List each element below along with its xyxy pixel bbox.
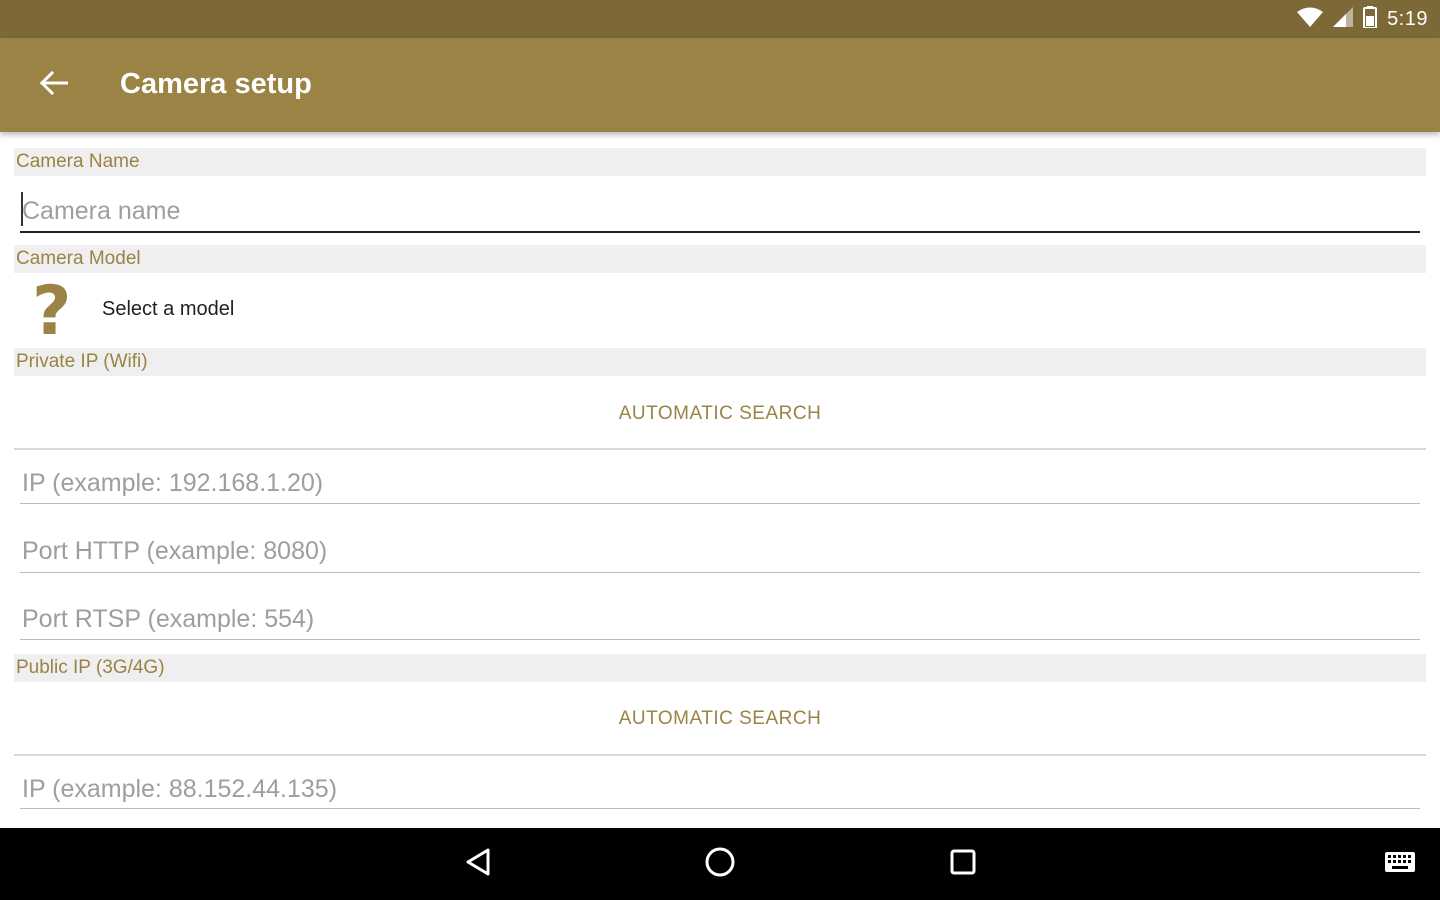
public-ip-underline: [20, 808, 1420, 809]
divider: [14, 754, 1426, 756]
signal-icon: [1333, 6, 1354, 32]
arrow-left-icon: [39, 70, 69, 100]
wifi-icon: [1297, 7, 1324, 32]
question-mark-icon: ?: [32, 272, 72, 351]
nav-recents-button[interactable]: [935, 840, 991, 888]
private-rtsp-port-input[interactable]: [20, 594, 1420, 644]
nav-home-button[interactable]: [692, 840, 748, 888]
section-header-camera-name: Camera Name: [14, 148, 1426, 176]
back-triangle-icon: [464, 847, 492, 882]
private-automatic-search-button[interactable]: AUTOMATIC SEARCH: [14, 380, 1426, 448]
app-bar: Camera setup: [0, 38, 1440, 132]
public-automatic-search-button[interactable]: AUTOMATIC SEARCH: [14, 685, 1426, 753]
status-icons: 5:19: [1297, 5, 1428, 33]
private-ip-underline: [20, 503, 1420, 504]
private-http-port-underline: [20, 572, 1420, 573]
keyboard-icon: [1384, 851, 1416, 878]
home-circle-icon: [704, 846, 736, 883]
select-model-row[interactable]: ? Select a model: [14, 272, 1426, 348]
private-http-port-input[interactable]: [20, 526, 1420, 576]
status-time: 5:19: [1387, 7, 1428, 30]
select-model-label: Select a model: [102, 298, 235, 320]
camera-name-underline: [20, 231, 1420, 233]
navigation-bar: [0, 828, 1440, 900]
public-ip-input[interactable]: [20, 764, 1420, 814]
page-title: Camera setup: [120, 68, 312, 100]
nav-back-button[interactable]: [450, 840, 506, 888]
recents-square-icon: [949, 848, 977, 881]
text-cursor: [21, 192, 23, 226]
battery-icon: [1363, 5, 1378, 33]
camera-name-input[interactable]: [20, 186, 1420, 236]
private-rtsp-port-underline: [20, 639, 1420, 640]
section-header-camera-model: Camera Model: [14, 245, 1426, 273]
section-header-private-ip: Private IP (Wifi): [14, 348, 1426, 376]
camera-setup-form: Camera Name Camera Model ? Select a mode…: [0, 132, 1440, 828]
divider: [14, 448, 1426, 450]
private-ip-input[interactable]: [20, 458, 1420, 508]
section-header-public-ip: Public IP (3G/4G): [14, 654, 1426, 682]
back-button[interactable]: [26, 62, 82, 108]
nav-keyboard-button[interactable]: [1372, 840, 1428, 888]
status-bar: 5:19: [0, 0, 1440, 38]
